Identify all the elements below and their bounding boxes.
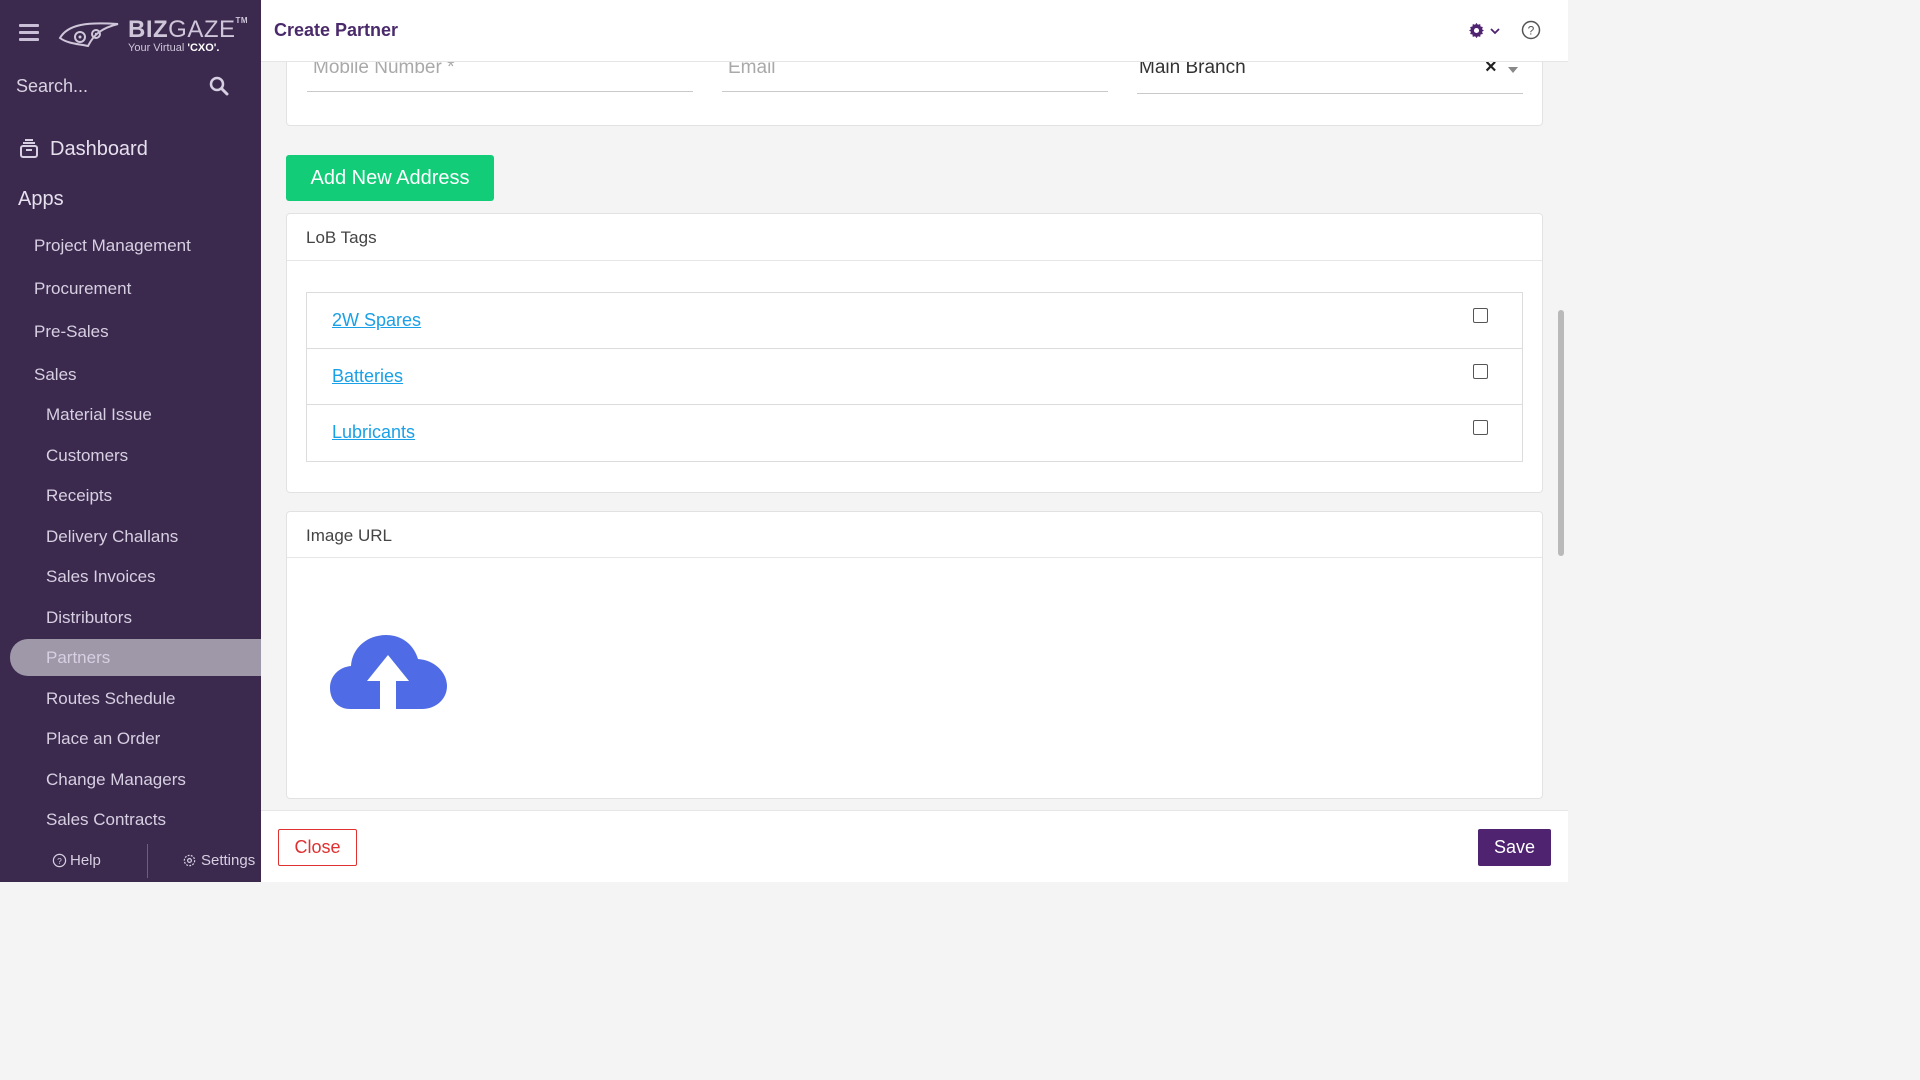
help-circle-icon: ? (52, 853, 67, 868)
menu-toggle-icon[interactable] (19, 24, 39, 42)
sidebar-item-distributors[interactable]: Distributors (46, 608, 132, 628)
card-divider (287, 557, 1542, 558)
chevron-down-icon (1490, 27, 1500, 34)
card-divider (287, 260, 1542, 261)
branch-select[interactable]: Main Branch × (1137, 56, 1523, 94)
dashboard-icon (20, 139, 38, 158)
logo-tagline: Your Virtual 'CXO'. (128, 42, 220, 54)
help-label: Help (70, 852, 101, 869)
page-title: Create Partner (274, 20, 399, 40)
gear-icon (1469, 22, 1484, 39)
lob-tag-checkbox[interactable] (1473, 308, 1488, 323)
sidebar-item-change-managers[interactable]: Change Managers (46, 770, 186, 790)
email-field[interactable]: Email (722, 57, 1108, 92)
sidebar-item-pre-sales[interactable]: Pre-Sales (34, 322, 109, 342)
settings-dropdown[interactable] (1468, 22, 1501, 39)
sidebar-header: BIZGAZETM Your Virtual 'CXO'. (0, 0, 261, 62)
lob-tags-table: 2W Spares Batteries Lubricants (306, 292, 1523, 462)
sidebar-footer: ? Help Settings (0, 840, 261, 882)
logo-wordmark: BIZGAZETM (128, 16, 249, 43)
scrollbar-thumb[interactable] (1558, 310, 1564, 556)
lob-tag-link-lubricants[interactable]: Lubricants (332, 422, 415, 443)
lob-tag-checkbox[interactable] (1473, 364, 1488, 379)
image-url-card: Image URL (286, 511, 1543, 799)
lob-tag-link-batteries[interactable]: Batteries (332, 366, 403, 387)
table-row: Lubricants (307, 405, 1522, 461)
sidebar-item-place-an-order[interactable]: Place an Order (46, 729, 160, 749)
image-url-title: Image URL (306, 526, 392, 545)
lob-tags-card: LoB Tags 2W Spares Batteries Lubricants (286, 213, 1543, 493)
close-button[interactable]: Close (278, 829, 357, 866)
sidebar-item-material-issue[interactable]: Material Issue (46, 405, 152, 425)
search-icon[interactable] (209, 76, 229, 96)
sidebar-section-apps[interactable]: Apps (18, 188, 64, 211)
help-circle-icon[interactable]: ? (1521, 20, 1541, 40)
form-footer: Close Save (261, 810, 1568, 882)
owl-logo-icon (58, 22, 119, 48)
help-link[interactable]: ? Help (52, 852, 101, 869)
bizgaze-logo[interactable]: BIZGAZETM Your Virtual 'CXO'. (58, 14, 248, 54)
mobile-number-field[interactable]: Mobile Number * (307, 57, 693, 92)
sidebar-item-sales-invoices[interactable]: Sales Invoices (46, 567, 156, 587)
table-row: Batteries (307, 349, 1522, 405)
scrollbar[interactable] (1555, 62, 1568, 810)
settings-label: Settings (201, 852, 256, 869)
lob-tag-link-2w-spares[interactable]: 2W Spares (332, 310, 421, 331)
svg-text:?: ? (57, 856, 62, 866)
settings-link[interactable]: Settings (182, 852, 255, 869)
sidebar-item-receipts[interactable]: Receipts (46, 486, 112, 506)
search-input[interactable]: Search... (16, 76, 88, 97)
sidebar-item-label: Dashboard (50, 137, 148, 160)
sidebar-item-procurement[interactable]: Procurement (34, 279, 131, 299)
sidebar-item-delivery-challans[interactable]: Delivery Challans (46, 527, 178, 547)
sidebar-item-routes-schedule[interactable]: Routes Schedule (46, 689, 175, 709)
lob-tags-title: LoB Tags (306, 228, 377, 247)
top-bar: Create Partner ? (261, 0, 1568, 62)
cloud-upload-icon[interactable] (330, 623, 448, 711)
sidebar-item-project-management[interactable]: Project Management (34, 236, 191, 256)
sidebar-item-partners[interactable]: Partners (46, 648, 110, 668)
caret-down-icon[interactable] (1507, 65, 1519, 75)
sidebar-item-dashboard[interactable]: Dashboard (18, 136, 148, 162)
footer-divider (147, 844, 148, 878)
lob-tag-checkbox[interactable] (1473, 420, 1488, 435)
svg-text:?: ? (1528, 24, 1535, 38)
table-row: 2W Spares (307, 293, 1522, 349)
gear-icon (183, 854, 196, 867)
add-new-address-button[interactable]: Add New Address (286, 155, 494, 201)
sidebar-item-customers[interactable]: Customers (46, 446, 128, 466)
sidebar-item-sales-contracts[interactable]: Sales Contracts (46, 810, 166, 830)
save-button[interactable]: Save (1478, 829, 1551, 866)
sidebar-item-sales[interactable]: Sales (34, 365, 77, 385)
main-panel: Create Partner ? Mobile Number * Email M… (261, 0, 1568, 882)
sidebar: BIZGAZETM Your Virtual 'CXO'. Search... … (0, 0, 261, 882)
